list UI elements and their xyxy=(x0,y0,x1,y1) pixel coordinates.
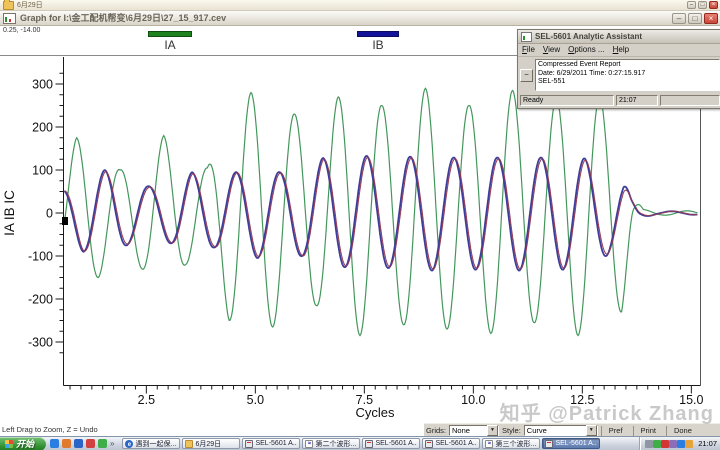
taskbar-clock: 21:07 xyxy=(695,439,717,448)
axis-label: IA IB IC xyxy=(2,190,17,236)
style-label: Style: xyxy=(502,426,521,435)
status-filler xyxy=(660,95,720,106)
report-collapse-button[interactable]: − xyxy=(520,69,533,82)
taskbar-item[interactable]: 第二个波形... xyxy=(302,438,360,449)
grids-select[interactable]: None ▼ xyxy=(449,425,499,436)
style-select[interactable]: Curve ▼ xyxy=(524,425,598,436)
menu-help[interactable]: Help xyxy=(613,46,629,54)
style-value: Curve xyxy=(525,426,586,435)
axis-label: 100 xyxy=(32,164,53,178)
tray-icon[interactable] xyxy=(669,440,677,448)
taskbar-item-label: SEL-5601 A... xyxy=(375,440,417,447)
sel-icon xyxy=(245,440,253,448)
media-player-icon[interactable] xyxy=(62,439,71,448)
quick-launch-bar: » xyxy=(46,439,118,448)
taskbar-item-label: SEL-5601 A... xyxy=(435,440,477,447)
ie-icon xyxy=(125,440,133,448)
zhihu-watermark: 知乎 @Patrick Zhang xyxy=(500,397,714,426)
tray-icon[interactable] xyxy=(685,440,693,448)
sel-icon xyxy=(545,440,553,448)
wave-icon xyxy=(485,440,493,448)
taskbar-item-label: 6月29日 xyxy=(195,439,221,449)
data-cursor-marker[interactable] xyxy=(62,217,68,225)
axis-label: 200 xyxy=(32,121,53,135)
axis-label: 10.0 xyxy=(461,393,485,407)
desktop-icon[interactable] xyxy=(98,439,107,448)
messenger-icon[interactable] xyxy=(50,439,59,448)
taskbar-item-label: 遇到一起保... xyxy=(135,439,176,449)
axis-label: 2.5 xyxy=(138,393,155,407)
start-label: 开始 xyxy=(16,437,34,450)
status-ready: Ready xyxy=(520,95,614,106)
system-tray: 21:07 xyxy=(639,437,720,450)
taskbar-item[interactable]: SEL-5601 A... xyxy=(542,438,600,449)
axis-label: 0 xyxy=(46,207,53,221)
ie-icon[interactable] xyxy=(74,439,83,448)
grids-label: Grids: xyxy=(426,426,446,435)
taskbar-item[interactable]: SEL-5601 A... xyxy=(362,438,420,449)
axis-label: Cycles xyxy=(355,405,395,420)
menu-options[interactable]: Options ... xyxy=(568,46,604,54)
axis-label: -200 xyxy=(28,293,53,307)
tray-icon[interactable] xyxy=(661,440,669,448)
dialog-statusbar: Ready 21:07 xyxy=(518,93,720,108)
report-line: Compressed Event Report xyxy=(538,61,717,70)
axis-label: 5.0 xyxy=(247,393,264,407)
taskbar-items: 遇到一起保... 6月29日 SEL-5601 A... 第二个波形... SEL-56… xyxy=(122,438,600,449)
taskbar-item-label: SEL-5601 A... xyxy=(555,440,597,447)
desktop: 6月29日 – □ × Graph for I:\金工配机帮变\6月29日\27… xyxy=(0,0,720,450)
pref-button[interactable]: Pref xyxy=(601,426,630,436)
taskbar-item-label: 第三个波形... xyxy=(495,439,536,449)
taskbar: 开始 » 遇到一起保... 6月29日 SEL-5601 A... 第二个波形... S… xyxy=(0,436,720,450)
taskbar-item-label: 第二个波形... xyxy=(315,439,356,449)
folder-icon xyxy=(185,440,193,448)
report-line: Date: 6/29/2011 Time: 0:27:15.917 xyxy=(538,70,717,79)
windows-flag-icon xyxy=(5,440,13,448)
chevron-down-icon[interactable]: ▼ xyxy=(586,425,597,436)
start-button[interactable]: 开始 xyxy=(0,437,46,450)
waveform-ib xyxy=(64,156,697,271)
app-icon xyxy=(521,32,532,42)
event-report-list[interactable]: Compressed Event ReportDate: 6/29/2011 T… xyxy=(535,59,720,91)
tray-icon[interactable] xyxy=(645,440,653,448)
mail-icon[interactable] xyxy=(86,439,95,448)
sel-icon xyxy=(365,440,373,448)
grids-value: None xyxy=(450,426,487,435)
menu-file[interactable]: File xyxy=(522,46,535,54)
dialog-titlebar[interactable]: SEL-5601 Analytic Assistant xyxy=(518,30,720,44)
sel-icon xyxy=(425,440,433,448)
overflow-chevron-icon[interactable]: » xyxy=(110,440,114,448)
taskbar-item[interactable]: SEL-5601 A... xyxy=(242,438,300,449)
axis-label: -300 xyxy=(28,336,53,350)
dialog-menubar: File View Options ... Help xyxy=(518,44,720,57)
tray-icon[interactable] xyxy=(653,440,661,448)
menu-view[interactable]: View xyxy=(543,46,560,54)
taskbar-item[interactable]: 6月29日 xyxy=(182,438,240,449)
axis-label: -100 xyxy=(28,250,53,264)
taskbar-item[interactable]: 遇到一起保... xyxy=(122,438,180,449)
tray-icon[interactable] xyxy=(677,440,685,448)
chevron-down-icon[interactable]: ▼ xyxy=(487,425,498,436)
taskbar-item[interactable]: SEL-5601 A... xyxy=(422,438,480,449)
taskbar-item-label: SEL-5601 A... xyxy=(255,440,297,447)
sel5601-dialog[interactable]: SEL-5601 Analytic Assistant File View Opti… xyxy=(517,29,720,109)
dialog-body: − Compressed Event ReportDate: 6/29/2011… xyxy=(518,57,720,93)
wave-icon xyxy=(305,440,313,448)
status-time: 21:07 xyxy=(616,95,658,106)
taskbar-item[interactable]: 第三个波形... xyxy=(482,438,540,449)
zoom-hint-text: Left Drag to Zoom, Z = Undo xyxy=(2,425,98,434)
dialog-title: SEL-5601 Analytic Assistant xyxy=(535,32,642,41)
report-line: SEL-551 xyxy=(538,78,717,87)
axis-label: 300 xyxy=(32,78,53,92)
